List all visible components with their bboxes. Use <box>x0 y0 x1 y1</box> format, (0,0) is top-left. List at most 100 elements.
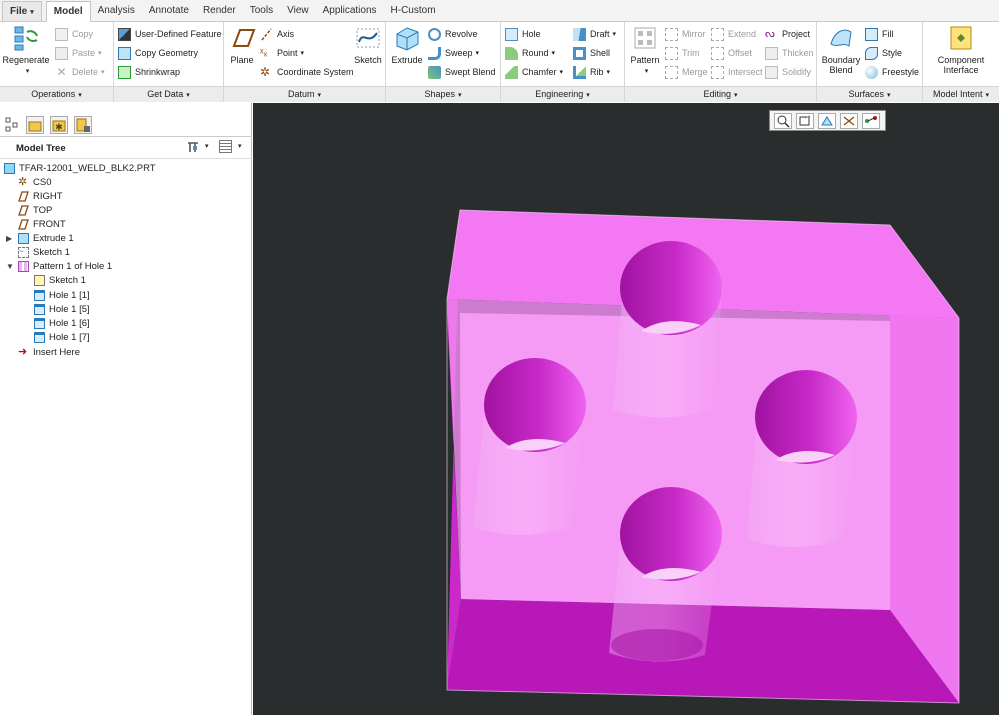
group-shapes-label[interactable]: Shapes ▾ <box>386 86 500 102</box>
tree-item-sketch-1[interactable]: ~ Sketch 1 <box>18 245 70 259</box>
regenerate-button[interactable]: Regenerate ▾ <box>2 24 50 77</box>
sketch-button[interactable]: Sketch <box>352 24 384 65</box>
group-datum-label[interactable]: Datum ▾ <box>224 86 385 102</box>
part-icon <box>4 162 15 174</box>
regenerate-label: Regenerate <box>2 55 50 65</box>
tree-item-top[interactable]: TOP <box>18 203 52 217</box>
tree-item-hole-1-5[interactable]: Hole 1 [5] <box>34 302 90 316</box>
pattern-icon <box>634 27 656 49</box>
rib-button[interactable]: Rib ▾ <box>573 63 610 81</box>
tree-item-hole-1-6[interactable]: Hole 1 [6] <box>34 316 90 330</box>
freestyle-button[interactable]: Freestyle <box>865 63 919 81</box>
tab-file[interactable]: File ▾ <box>2 1 42 21</box>
tab-render[interactable]: Render <box>196 1 243 21</box>
tree-item-right[interactable]: RIGHT <box>18 189 63 203</box>
intersect-button[interactable]: Intersect <box>711 63 763 81</box>
project-button[interactable]: ᔓ Project <box>765 25 810 43</box>
collapse-arrow-icon[interactable]: ▼ <box>6 262 18 271</box>
component-interface-button[interactable]: Component Interface <box>927 24 995 75</box>
delete-button[interactable]: ✕ Delete ▾ <box>55 63 104 81</box>
chevron-down-icon: ▾ <box>734 92 738 99</box>
layer-icon[interactable] <box>74 116 92 134</box>
favorites-icon[interactable]: ✱ <box>50 116 68 134</box>
extend-button[interactable]: Extend <box>711 25 756 43</box>
pattern-button[interactable]: Pattern ▾ <box>627 24 663 77</box>
fill-button[interactable]: Fill <box>865 25 894 43</box>
graphics-viewport[interactable] <box>253 103 999 715</box>
round-label: Round <box>522 48 549 58</box>
chevron-down-icon: ▾ <box>586 92 590 99</box>
tab-model[interactable]: Model <box>45 1 91 22</box>
tree-item-extrude-1[interactable]: ▶ Extrude 1 <box>6 231 74 245</box>
thicken-button[interactable]: Thicken <box>765 44 814 62</box>
tab-tools[interactable]: Tools <box>243 1 280 21</box>
hole-right <box>747 370 857 547</box>
shell-button[interactable]: Shell <box>573 44 610 62</box>
draft-button[interactable]: Draft ▾ <box>573 25 616 43</box>
chamfer-icon <box>505 65 518 79</box>
tab-applications[interactable]: Applications <box>316 1 384 21</box>
hole-button[interactable]: Hole <box>505 25 541 43</box>
tab-analysis[interactable]: Analysis <box>91 1 142 21</box>
chamfer-button[interactable]: Chamfer ▾ <box>505 63 563 81</box>
chevron-down-icon[interactable]: ▾ <box>238 142 242 150</box>
expand-arrow-icon[interactable]: ▶ <box>6 234 18 243</box>
group-surfaces-label[interactable]: Surfaces ▾ <box>817 86 922 102</box>
group-surfaces: Boundary Blend Fill Style Freestyle Surf… <box>817 22 923 102</box>
merge-button[interactable]: Merge <box>665 63 708 81</box>
chevron-down-icon: ▾ <box>612 31 617 38</box>
offset-button[interactable]: Offset <box>711 44 752 62</box>
paste-button[interactable]: Paste ▾ <box>55 44 102 62</box>
tree-item-pattern-sketch-1[interactable]: Sketch 1 <box>34 273 86 287</box>
hole-left <box>473 358 586 535</box>
plane-label: Plane <box>230 55 254 65</box>
tree-view-icon[interactable] <box>4 116 22 134</box>
copy-button[interactable]: Copy <box>55 25 93 43</box>
tab-view[interactable]: View <box>280 1 316 21</box>
shrinkwrap-icon <box>118 65 131 79</box>
group-get-data-label[interactable]: Get Data ▾ <box>114 86 223 102</box>
axis-button[interactable]: Axis <box>260 25 294 43</box>
point-button[interactable]: ˣₓ Point ▾ <box>260 44 304 62</box>
swept-blend-button[interactable]: Swept Blend <box>428 63 496 81</box>
tree-item-hole-1-7[interactable]: Hole 1 [7] <box>34 330 90 344</box>
tree-item-pattern-1[interactable]: ▼ Pattern 1 of Hole 1 <box>6 259 112 273</box>
tree-item-insert-here[interactable]: ➜ Insert Here <box>18 345 80 359</box>
udf-button[interactable]: User-Defined Feature <box>118 25 222 43</box>
show-menu-icon[interactable] <box>219 140 232 153</box>
tree-item-cs0[interactable]: ✲ CS0 <box>18 175 51 189</box>
tab-h-custom[interactable]: H-Custom <box>384 1 443 21</box>
round-button[interactable]: Round ▾ <box>505 44 555 62</box>
group-operations-label[interactable]: Operations ▾ <box>0 86 113 102</box>
style-button[interactable]: Style <box>865 44 902 62</box>
group-editing-label[interactable]: Editing ▾ <box>625 86 816 102</box>
revolve-icon <box>428 27 441 41</box>
delete-icon: ✕ <box>56 64 67 79</box>
group-engineering-label[interactable]: Engineering ▾ <box>501 86 624 102</box>
folder-browser-icon[interactable] <box>26 116 44 134</box>
component-interface-icon <box>950 26 972 50</box>
tree-settings-icon[interactable] <box>186 140 200 154</box>
revolve-button[interactable]: Revolve <box>428 25 478 43</box>
extrude-button[interactable]: Extrude <box>388 24 426 65</box>
solidify-button[interactable]: Solidify <box>765 63 811 81</box>
hole-icon <box>505 27 518 41</box>
mirror-button[interactable]: Mirror <box>665 25 706 43</box>
group-model-intent-label[interactable]: Model Intent ▾ <box>923 86 999 102</box>
shrinkwrap-button[interactable]: Shrinkwrap <box>118 63 180 81</box>
tree-item-front[interactable]: FRONT <box>18 217 66 231</box>
copy-geometry-button[interactable]: Copy Geometry <box>118 44 198 62</box>
boundary-blend-button[interactable]: Boundary Blend <box>819 24 863 75</box>
plane-button[interactable]: Plane <box>226 24 258 65</box>
tree-item-hole-1-1[interactable]: Hole 1 [1] <box>34 288 90 302</box>
copy-icon <box>55 27 68 41</box>
merge-label: Merge <box>682 67 708 77</box>
sweep-button[interactable]: Sweep ▾ <box>428 44 479 62</box>
trim-button[interactable]: Trim <box>665 44 700 62</box>
sweep-label: Sweep <box>445 48 473 58</box>
sketch-icon <box>34 274 45 286</box>
coordinate-system-button[interactable]: ✲ Coordinate System <box>260 63 354 81</box>
tab-annotate[interactable]: Annotate <box>142 1 196 21</box>
tree-item-part[interactable]: TFAR-12001_WELD_BLK2.PRT <box>4 161 156 175</box>
chevron-down-icon[interactable]: ▾ <box>205 142 209 150</box>
